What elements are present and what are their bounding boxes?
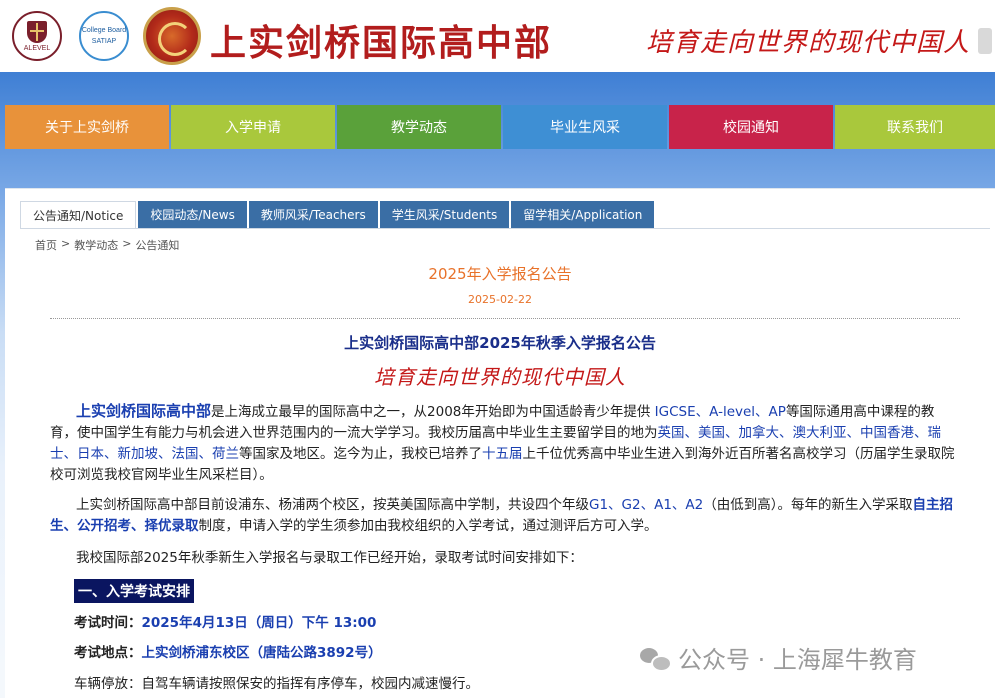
exam-time-row: 考试时间：2025年4月13日（周日）下午 13:00 (74, 611, 376, 631)
nav-teaching[interactable]: 教学动态 (337, 105, 501, 149)
school-emblem-logo[interactable] (143, 7, 201, 65)
tab-students-label: 学生风采/Students (391, 208, 498, 222)
parking-value: 自驾车辆请按照保安的指挥有序停车，校园内减速慢行。 (141, 676, 480, 692)
campus-text-c: 制度，申请入学的学生须参加由我校组织的入学考试，通过测评后方可入学。 (198, 518, 658, 534)
campus-text-b: （由低到高）。每年的新生入学采取 (703, 497, 913, 513)
intro-school-name: 上实剑桥国际高中部 (76, 402, 212, 420)
nav-contact-label: 联系我们 (887, 120, 943, 136)
nav-graduates[interactable]: 毕业生风采 (503, 105, 667, 149)
nav-admission-label: 入学申请 (225, 120, 281, 136)
tab-teachers-label: 教师风采/Teachers (260, 208, 366, 222)
breadcrumb-separator: > (122, 237, 132, 250)
article-date: 2025-02-22 (468, 293, 532, 306)
tabs-divider (20, 228, 990, 229)
tab-application[interactable]: 留学相关/Application (511, 201, 655, 228)
parking-label: 车辆停放： (74, 676, 142, 692)
red-seal-icon (978, 28, 992, 54)
parking-row: 车辆停放：自驾车辆请按照保安的指挥有序停车，校园内减速慢行。 (74, 672, 479, 692)
alevel-logo[interactable]: ALEVEL (12, 11, 62, 61)
nav-notices[interactable]: 校园通知 (669, 105, 833, 149)
college-board-logo-text: College Board (81, 27, 127, 34)
tab-notice[interactable]: 公告通知/Notice (20, 201, 137, 228)
article-title: 2025年入学报名公告 (428, 265, 572, 283)
intro-courses: IGCSE、A-level、AP (654, 404, 786, 420)
wechat-icon (640, 646, 672, 672)
intro-text-a: 是上海成立最早的国际高中之一，从2008年开始即为中国适龄青少年提供 (211, 404, 655, 420)
breadcrumb-home[interactable]: 首页 (35, 237, 57, 253)
header-slogan: 培育走向世界的现代中国人 (646, 28, 971, 58)
tab-application-label: 留学相关/Application (523, 208, 643, 222)
nav-admission[interactable]: 入学申请 (171, 105, 335, 149)
schedule-intro-paragraph: 我校国际部2025年秋季新生入学报名与录取工作已经开始，录取考试时间安排如下： (50, 548, 960, 569)
exam-time-value: 2025年4月13日（周日）下午 13:00 (141, 615, 377, 631)
breadcrumb-separator: > (61, 237, 71, 250)
watermark-text: 公众号 · 上海犀牛教育 (678, 646, 917, 674)
site-header: ALEVEL College Board SATIAP 上实剑桥国际高中部 培育… (0, 0, 995, 72)
campus-paragraph: 上实剑桥国际高中部目前设浦东、杨浦两个校区，按英美国际高中学制，共设四个年级G1… (50, 495, 960, 537)
article-heading: 上实剑桥国际高中部2025年秋季入学报名公告 (344, 334, 656, 352)
campus-grades: G1、G2、A1、A2 (589, 497, 704, 513)
nav-notices-label: 校园通知 (723, 120, 779, 136)
exam-time-label: 考试时间： (74, 615, 142, 631)
intro-paragraph: 上实剑桥国际高中部是上海成立最早的国际高中之一，从2008年开始即为中国适龄青少… (50, 401, 960, 486)
intro-text-c: 等国家及地区。迄今为止，我校已培养了 (239, 446, 482, 462)
content-panel: 公告通知/Notice 校园动态/News 教师风采/Teachers 学生风采… (5, 188, 995, 698)
tab-notice-label: 公告通知/Notice (33, 208, 124, 223)
school-name: 上实剑桥国际高中部 (210, 22, 553, 64)
nav-about-label: 关于上实剑桥 (45, 120, 129, 136)
section-heading-exam: 一、入学考试安排 (74, 579, 194, 603)
exam-place-row: 考试地点：上实剑桥浦东校区（唐陆公路3892号） (74, 641, 382, 661)
nav-graduates-label: 毕业生风采 (550, 120, 620, 136)
nav-teaching-label: 教学动态 (391, 120, 447, 136)
main-nav: 关于上实剑桥 入学申请 教学动态 毕业生风采 校园通知 联系我们 (5, 105, 995, 149)
wechat-watermark: 公众号 · 上海犀牛教育 (640, 640, 917, 675)
campus-text-a: 上实剑桥国际高中部目前设浦东、杨浦两个校区，按英美国际高中学制，共设四个年级 (76, 497, 589, 513)
breadcrumb-teaching[interactable]: 教学动态 (74, 237, 118, 253)
breadcrumb: 首页 > 教学动态 > 公告通知 (35, 237, 179, 253)
article-divider (50, 318, 960, 319)
category-tabs: 公告通知/Notice 校园动态/News 教师风采/Teachers 学生风采… (20, 201, 656, 228)
college-board-logo[interactable]: College Board SATIAP (79, 11, 129, 61)
alevel-logo-text: ALEVEL (23, 44, 51, 52)
tab-news[interactable]: 校园动态/News (138, 201, 247, 228)
college-board-logo-subtext: SATIAP (91, 38, 117, 45)
exam-place-value: 上实剑桥浦东校区（唐陆公路3892号） (141, 645, 382, 661)
exam-place-label: 考试地点： (74, 645, 142, 661)
tab-students[interactable]: 学生风采/Students (379, 201, 510, 228)
tab-news-label: 校园动态/News (150, 208, 235, 222)
breadcrumb-notice[interactable]: 公告通知 (135, 237, 179, 253)
article-slogan: 培育走向世界的现代中国人 (374, 365, 626, 389)
tab-teachers[interactable]: 教师风采/Teachers (248, 201, 378, 228)
nav-contact[interactable]: 联系我们 (835, 105, 995, 149)
intro-classes: 十五届 (482, 446, 523, 462)
cambridge-shield-icon (27, 20, 47, 43)
schedule-intro-text: 我校国际部2025年秋季新生入学报名与录取工作已经开始，录取考试时间安排如下： (76, 550, 583, 566)
nav-about[interactable]: 关于上实剑桥 (5, 105, 169, 149)
